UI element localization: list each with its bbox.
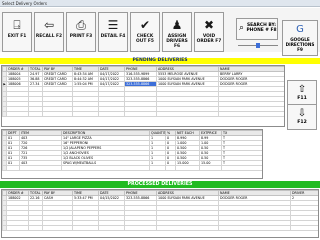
column-header[interactable]: TOTAL (28, 190, 43, 196)
arrow-down-icon: ⇩ (297, 108, 307, 119)
column-header[interactable]: TOTAL (28, 66, 43, 72)
up-button[interactable]: ⇧ F11 (287, 80, 317, 106)
void-icon: ✖ (203, 18, 215, 32)
items-grid[interactable]: DEPTITEMDESCRIPTIONQUANTITY%NET EACHEXTP… (1, 129, 263, 179)
detail-icon: ☰ (107, 18, 119, 32)
processed-heading: PROCESSED DELIVERIES (0, 181, 320, 188)
search-by-phone-button[interactable]: ⌕ SEARCH BY: PHONE # F8 (236, 18, 278, 40)
detail-button[interactable]: ☰ DETAIL F4 (98, 12, 128, 52)
empty-row (2, 165, 262, 171)
row-selector[interactable]: ▶ (2, 81, 7, 87)
checkout-button[interactable]: ✔ CHECK OUT F5 (130, 12, 160, 52)
down-button[interactable]: ⇩ F12 (287, 104, 317, 130)
checkout-icon: ✔ (139, 18, 151, 32)
column-header[interactable]: QUANTITY (149, 130, 166, 136)
processed-grid[interactable]: ORDER # TOTAL PAY BY TIME DATE PHONE ADDRESS NA… (1, 189, 319, 238)
google-directions-button[interactable]: G GOOGLE DIRECTIONS F9 (282, 20, 318, 56)
search-icon: ⌕ (239, 23, 245, 33)
table-row[interactable]: 188005 36.88 CREDIT CARD 8:44:32 AM 04/17/20… (2, 76, 284, 82)
printer-icon: ⎙ (76, 18, 86, 32)
recall-icon: ⇦ (43, 18, 55, 32)
arrow-up-icon: ⇧ (297, 84, 307, 95)
toolbar: ⍈ EXIT F1 ⇦ RECALL F2 ⎙ PRINT F3 ☰ DETAI… (0, 8, 320, 56)
pending-grid[interactable]: ORDER # TOTAL PAY BY TIME DATE PHONE ADDRESS NA… (1, 65, 285, 127)
exit-button[interactable]: ⍈ EXIT F1 (2, 12, 32, 52)
void-order-button[interactable]: ✖ VOID ORDER F7 (194, 12, 224, 52)
exit-icon: ⍈ (13, 18, 21, 32)
table-row[interactable]: ▶ 188006 27.34 CREDIT CARD 1:55:04 PM 04/17/2… (2, 81, 284, 87)
google-maps-icon: G (296, 24, 304, 35)
slider-thumb[interactable] (256, 43, 260, 48)
recall-button[interactable]: ⇦ RECALL F2 (34, 12, 64, 52)
print-button[interactable]: ⎙ PRINT F3 (66, 12, 96, 52)
empty-row (2, 111, 284, 117)
table-row[interactable]: 188004 24.97 CREDIT CARD 8:43:34 AM 04/17/20… (2, 71, 284, 77)
driver-icon: ♟ (171, 18, 183, 32)
pending-heading: PENDING DELIVERIES (0, 58, 320, 64)
search-slider[interactable] (238, 43, 278, 48)
window-title: Select Delivery Orders (0, 0, 320, 7)
empty-row (2, 225, 318, 231)
assign-drivers-button[interactable]: ♟ ASSIGN DRIVERS F6 (162, 12, 192, 52)
